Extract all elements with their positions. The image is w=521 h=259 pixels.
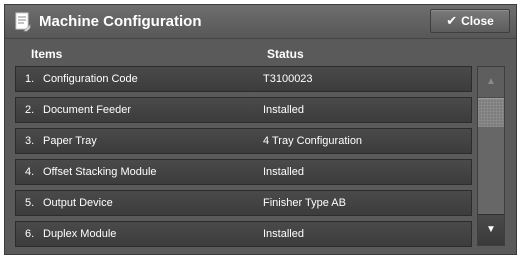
table-header: Items Status [5,39,516,69]
row-item-name: Paper Tray [43,135,97,147]
close-button[interactable]: ✔ Close [430,9,510,33]
close-button-label: Close [461,14,494,28]
scroll-down-button[interactable]: ▼ [478,214,504,245]
table-row[interactable]: 4. Offset Stacking Module Installed [15,159,472,185]
row-status: Installed [263,104,304,116]
row-item-name: Duplex Module [43,228,117,240]
table-row[interactable]: 6. Duplex Module Installed [15,221,472,247]
row-item-name: Document Feeder [43,104,132,116]
table-row[interactable]: 5. Output Device Finisher Type AB [15,190,472,216]
row-item-name: Configuration Code [43,73,138,85]
row-status: 4 Tray Configuration [263,135,363,147]
table-row[interactable]: 2. Document Feeder Installed [15,97,472,123]
table-row[interactable]: 1. Configuration Code T3100023 [15,66,472,92]
table-row[interactable]: 3. Paper Tray 4 Tray Configuration [15,128,472,154]
row-number: 6. [25,228,35,240]
row-status: T3100023 [263,73,313,85]
row-status: Installed [263,228,304,240]
row-number: 2. [25,104,35,116]
triangle-up-icon: ▲ [486,76,496,87]
scroll-thumb[interactable] [478,98,504,128]
configuration-list: 1. Configuration Code T3100023 2. Docume… [15,66,472,247]
row-number: 3. [25,135,35,147]
scroll-up-button: ▲ [478,67,504,98]
row-status: Installed [263,166,304,178]
title-bar: Machine Configuration ✔ Close [5,5,516,39]
row-number: 4. [25,166,35,178]
row-number: 5. [25,197,35,209]
row-status: Finisher Type AB [263,197,346,209]
row-item-name: Offset Stacking Module [43,166,157,178]
triangle-down-icon: ▼ [486,224,496,235]
document-icon [15,12,31,32]
page-title: Machine Configuration [39,13,202,30]
vertical-scrollbar[interactable]: ▲ ▼ [477,66,505,246]
column-header-items: Items [31,47,63,61]
column-header-status: Status [267,47,304,61]
row-number: 1. [25,73,35,85]
row-item-name: Output Device [43,197,113,209]
checkmark-icon: ✔ [446,13,458,28]
scroll-track[interactable] [478,127,504,213]
